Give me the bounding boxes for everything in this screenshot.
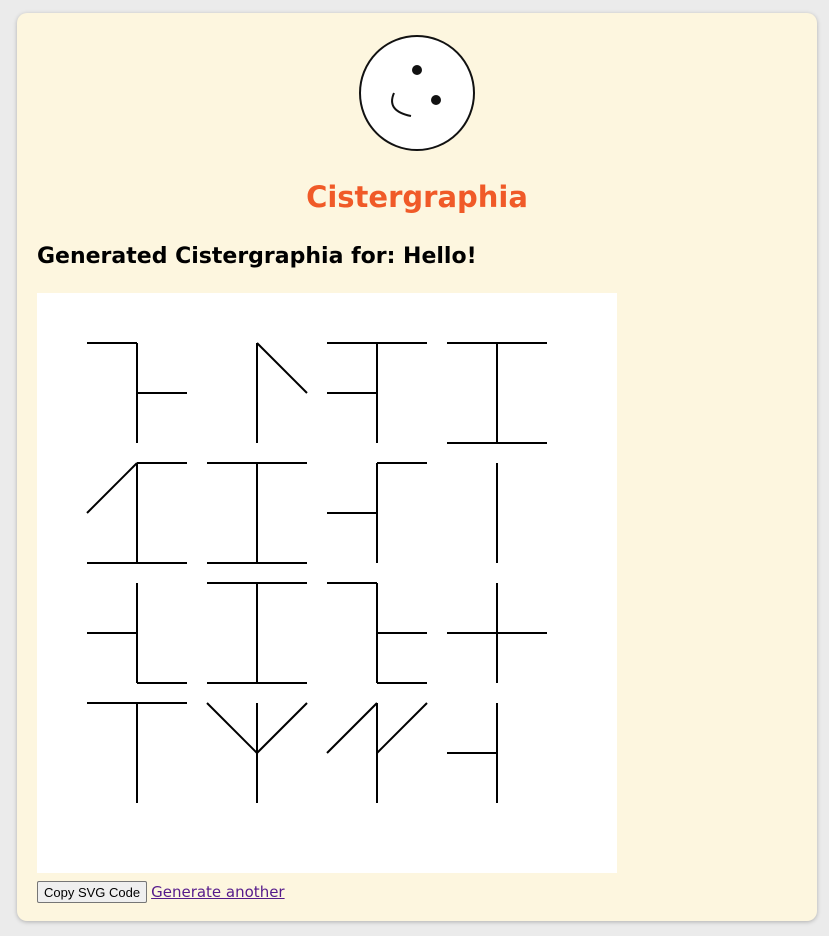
cistercian-glyph bbox=[86, 462, 187, 564]
app-title: Cistergraphia bbox=[306, 180, 528, 214]
cistercian-glyph bbox=[87, 583, 187, 684]
generate-another-link[interactable]: Generate another bbox=[151, 883, 284, 901]
cistercian-glyph bbox=[447, 583, 547, 683]
cistercian-glyph bbox=[326, 702, 428, 803]
cistercian-glyph bbox=[327, 582, 427, 684]
cistercian-glyph bbox=[327, 342, 427, 443]
cistercian-glyph bbox=[207, 582, 307, 684]
cistercian-glyph bbox=[206, 702, 308, 803]
result-heading: Generated Cistergraphia for: Hello! bbox=[37, 244, 477, 269]
cistergraphia-canvas bbox=[37, 293, 617, 873]
cistercian-glyph bbox=[327, 462, 427, 563]
cistercian-glyph bbox=[447, 703, 498, 803]
cistercian-glyph bbox=[256, 342, 308, 443]
copy-svg-button[interactable]: Copy SVG Code bbox=[37, 881, 148, 903]
smiley-face-icon bbox=[359, 35, 475, 151]
cistergraphia-svg bbox=[86, 342, 547, 803]
cistercian-glyph bbox=[87, 342, 187, 443]
cistercian-glyph bbox=[207, 462, 307, 564]
action-bar: Copy SVG Code Generate another bbox=[37, 880, 285, 904]
cistercian-glyph bbox=[447, 342, 547, 444]
cistercian-glyph bbox=[87, 702, 187, 803]
main-card: Cistergraphia Generated Cistergraphia fo… bbox=[17, 13, 817, 921]
